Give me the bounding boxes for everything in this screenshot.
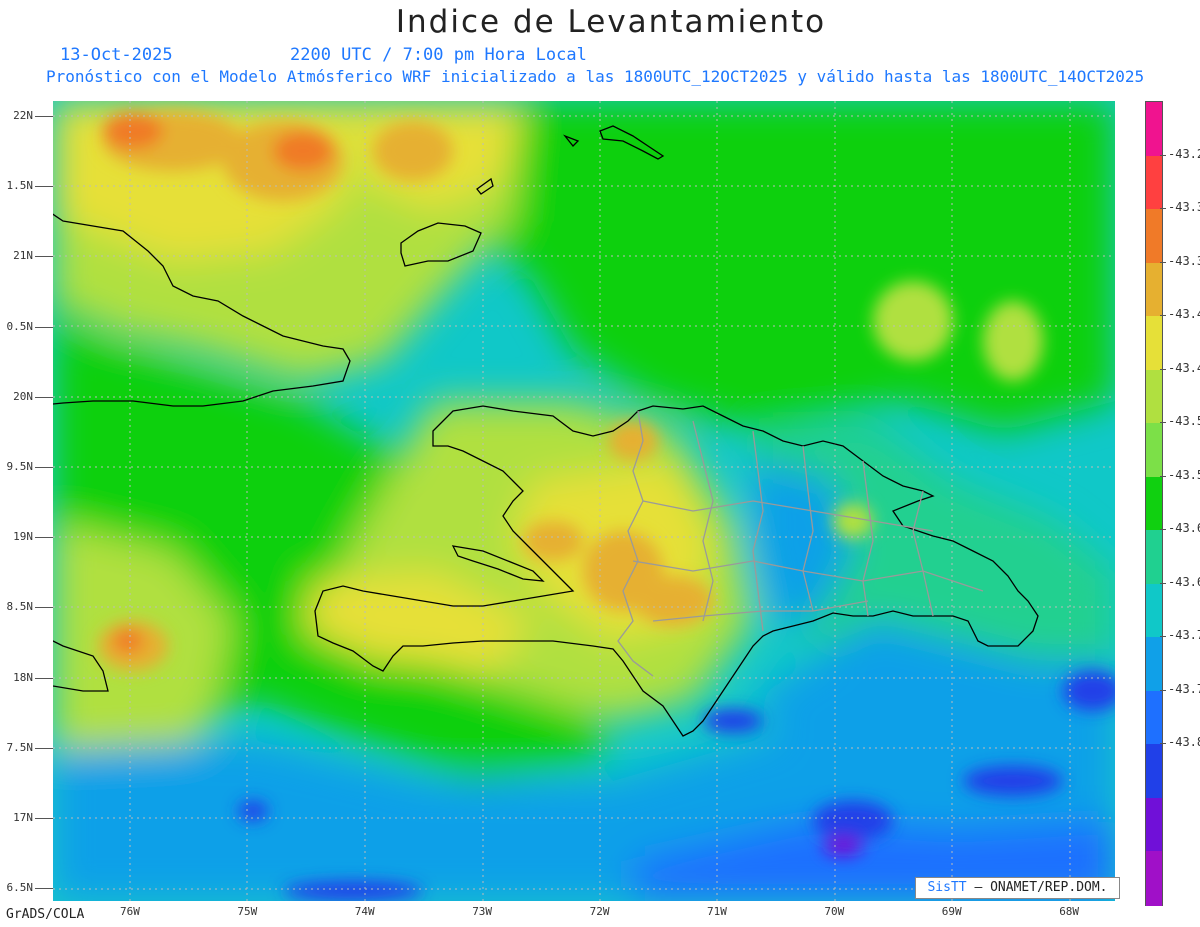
lat-tick <box>35 186 53 188</box>
lat-label: 19N <box>13 530 33 544</box>
colorbar-tick <box>1160 636 1166 638</box>
colorbar-label: -43.4 <box>1168 360 1200 375</box>
colorbar-label: -43.3 <box>1168 200 1200 215</box>
colorbar-tick <box>1160 261 1166 263</box>
lon-label: 71W <box>707 905 727 918</box>
colorbar-tick <box>1160 422 1166 424</box>
lat-label: 6.5N <box>6 881 34 895</box>
lat-label: 18N <box>13 670 33 684</box>
lat-tick <box>35 677 53 679</box>
forecast-time: 2200 UTC / 7:00 pm Hora Local <box>290 45 587 65</box>
credit-brand: SisTT <box>927 880 967 895</box>
colorbar-swatch <box>1146 155 1162 211</box>
map-svg <box>53 101 1115 901</box>
lon-label: 74W <box>354 905 375 918</box>
colorbar-swatch <box>1146 262 1162 318</box>
lat-label: 1.5N <box>6 179 34 193</box>
map-title: Indice de Levantamiento <box>395 4 827 40</box>
lat-label: 7.5N <box>6 740 34 754</box>
colorbar-label: -43.7 <box>1168 681 1200 696</box>
lat-tick <box>35 537 53 539</box>
colorbar-label: -43.6 <box>1168 574 1200 589</box>
colorbar-label: -43.5 <box>1168 414 1200 429</box>
colorbar-tick <box>1160 368 1166 370</box>
colorbar-label: -43.3 <box>1168 253 1200 268</box>
forecast-date: 13-Oct-2025 <box>60 45 173 65</box>
lat-tick <box>35 256 53 258</box>
lat-label: 20N <box>13 389 33 403</box>
lon-label: 76W <box>120 905 140 918</box>
colorbar-label: -43.7 <box>1168 628 1200 643</box>
colorbar-tick <box>1160 154 1166 156</box>
colorbar-label: -43.2 <box>1168 146 1200 161</box>
lon-label: 75W <box>237 905 258 918</box>
lat-tick <box>35 818 53 819</box>
colorbar-swatch <box>1146 209 1162 264</box>
field-regions <box>53 101 1115 901</box>
forecast-description: Pronóstico con el Modelo Atmósferico WRF… <box>46 67 1145 86</box>
colorbar-tick <box>1160 475 1166 477</box>
colorbar-label: -43.8 <box>1168 735 1200 750</box>
colorbar-tick <box>1160 529 1166 531</box>
lat-label: 8.5N <box>6 600 34 614</box>
lon-label: 72W <box>589 905 610 918</box>
lat-label: 21N <box>13 249 33 263</box>
lat-tick <box>35 467 53 468</box>
colorbar-swatch <box>1146 102 1162 157</box>
lifted-index-map <box>53 101 1115 901</box>
lon-label: 73W <box>472 905 493 918</box>
lat-label: 17N <box>13 811 33 824</box>
lat-label: 22N <box>13 109 33 122</box>
colorbar-tick <box>1160 689 1166 691</box>
colorbar-swatch <box>1146 423 1162 478</box>
lat-label: 0.5N <box>6 319 34 333</box>
lon-label: 69W <box>941 905 962 918</box>
lon-label: 68W <box>1059 905 1080 918</box>
colorbar <box>1145 101 1163 906</box>
lat-tick <box>35 116 53 117</box>
colorbar-swatch <box>1146 530 1162 585</box>
colorbar-tick <box>1160 315 1166 317</box>
lon-label: 70W <box>824 905 845 918</box>
colorbar-swatch <box>1146 369 1162 425</box>
colorbar-swatch <box>1146 851 1162 906</box>
colorbar-label: -43.4 <box>1168 307 1200 322</box>
lat-tick <box>35 607 53 609</box>
credit-box: SisTT – ONAMET/REP.DOM. <box>915 877 1120 899</box>
colorbar-label: -43.5 <box>1168 467 1200 482</box>
software-credit: GrADS/COLA <box>6 907 85 922</box>
colorbar-swatch <box>1146 797 1162 853</box>
colorbar-label: -43.6 <box>1168 521 1200 536</box>
lat-tick <box>35 396 53 398</box>
colorbar-swatch <box>1146 690 1162 746</box>
lat-tick <box>35 747 53 749</box>
lat-tick <box>35 326 53 328</box>
colorbar-tick <box>1160 743 1166 745</box>
colorbar-tick <box>1160 208 1166 210</box>
colorbar-swatch <box>1146 744 1162 799</box>
colorbar-swatch <box>1146 316 1162 371</box>
colorbar-tick <box>1160 582 1166 584</box>
colorbar-swatch <box>1146 637 1162 692</box>
colorbar-swatch <box>1146 476 1162 532</box>
credit-text: – ONAMET/REP.DOM. <box>974 880 1108 895</box>
lat-tick <box>35 888 53 890</box>
lat-label: 9.5N <box>6 460 34 473</box>
colorbar-swatch <box>1146 583 1162 639</box>
